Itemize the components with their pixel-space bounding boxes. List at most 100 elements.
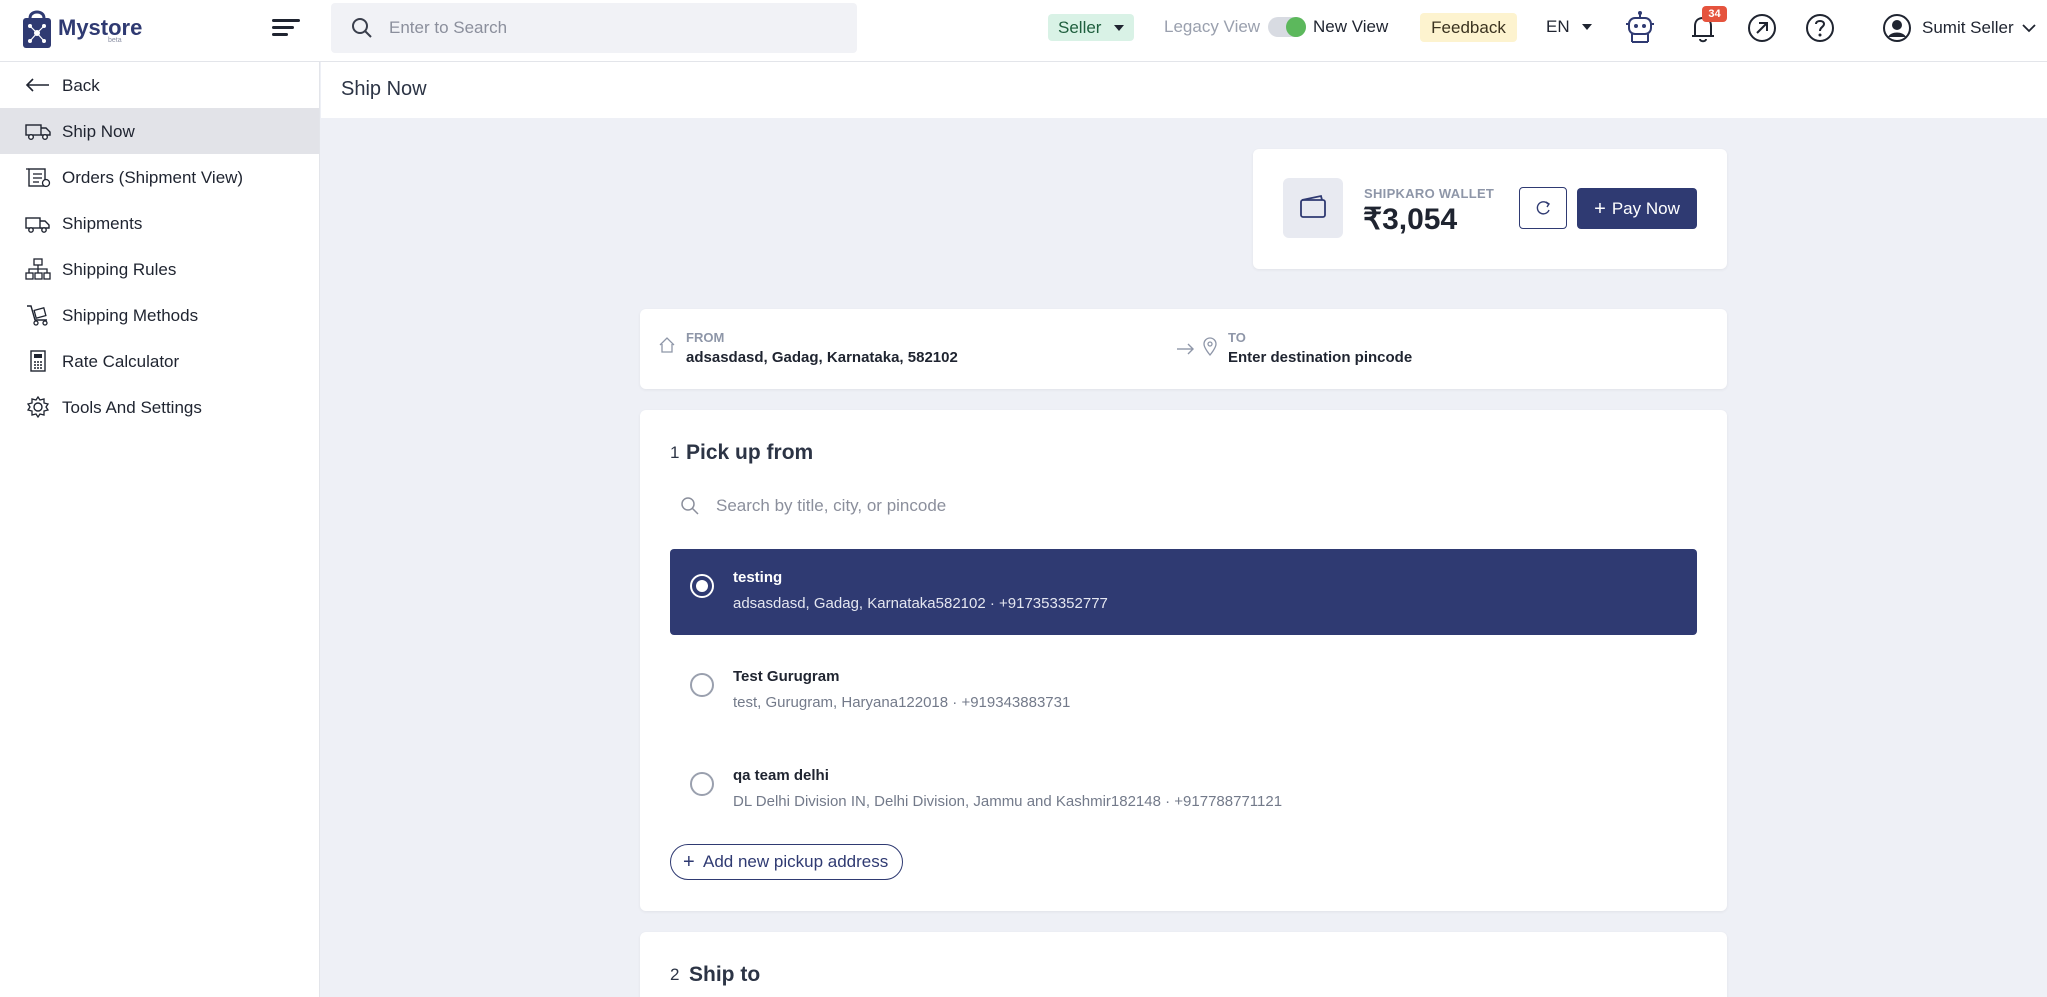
legacy-view-label: Legacy View bbox=[1164, 17, 1261, 36]
wallet-card: SHIPKARO WALLET ₹3,054 + Pay Now bbox=[1253, 149, 1727, 269]
pay-now-label: Pay Now bbox=[1611, 198, 1680, 218]
caret-down-icon bbox=[1114, 25, 1124, 31]
chevron-down-icon bbox=[2022, 24, 2036, 33]
wallet-icon-container bbox=[1283, 178, 1343, 238]
new-view-label: New View bbox=[1313, 17, 1389, 36]
to-label: TO bbox=[1228, 330, 1246, 345]
arrow-left-icon bbox=[25, 78, 49, 92]
refresh-icon bbox=[1536, 201, 1550, 215]
pickup-address-option[interactable]: qa team delhi DL Delhi Division IN, Delh… bbox=[670, 747, 1697, 833]
search-icon bbox=[352, 18, 372, 38]
calculator-icon bbox=[30, 350, 46, 372]
hamburger-icon-line bbox=[272, 33, 288, 36]
wallet-icon bbox=[1300, 194, 1326, 218]
step-number: 1 bbox=[670, 443, 680, 462]
sidebar-item-label: Shipments bbox=[62, 214, 143, 233]
sidebar-item-orders[interactable]: Orders (Shipment View) bbox=[0, 154, 319, 200]
sidebar-item-ship-now[interactable]: Ship Now bbox=[0, 108, 319, 154]
pickup-search-input[interactable] bbox=[716, 493, 1616, 519]
logo-text: Mystore bbox=[58, 15, 143, 40]
caret-down-icon bbox=[1582, 24, 1592, 30]
sidebar-item-tools-settings[interactable]: Tools And Settings bbox=[0, 384, 319, 430]
address-name: testing bbox=[733, 569, 783, 586]
menu-toggle-button[interactable] bbox=[272, 16, 300, 40]
global-search bbox=[331, 3, 857, 53]
plus-icon: + bbox=[683, 851, 695, 873]
sidebar-item-label: Rate Calculator bbox=[62, 352, 180, 371]
wallet-label: SHIPKARO WALLET bbox=[1364, 186, 1495, 201]
from-value: adsasdasd, Gadag, Karnataka, 582102 bbox=[686, 349, 958, 366]
address-detail: test, Gurugram, Haryana122018 · +9193438… bbox=[733, 694, 1071, 711]
sidebar-item-label: Ship Now bbox=[62, 122, 135, 141]
orders-icon bbox=[26, 168, 51, 188]
refresh-wallet-button[interactable] bbox=[1519, 187, 1567, 229]
sidebar-item-label: Back bbox=[62, 76, 100, 95]
pickup-address-option[interactable]: Test Gurugram test, Gurugram, Haryana122… bbox=[670, 648, 1697, 734]
hamburger-icon bbox=[272, 19, 300, 22]
page-header: Ship Now bbox=[321, 62, 2047, 118]
toggle-knob bbox=[1286, 17, 1306, 37]
global-search-input[interactable] bbox=[389, 15, 829, 41]
sidebar-item-rate-calculator[interactable]: Rate Calculator bbox=[0, 338, 319, 384]
page-title: Ship Now bbox=[341, 78, 427, 100]
radio-button[interactable] bbox=[690, 772, 714, 796]
sidebar-back[interactable]: Back bbox=[0, 62, 319, 108]
sidebar-item-shipping-methods[interactable]: Shipping Methods bbox=[0, 292, 319, 338]
hierarchy-icon bbox=[25, 258, 51, 280]
sidebar-item-shipping-rules[interactable]: Shipping Rules bbox=[0, 246, 319, 292]
view-toggle[interactable] bbox=[1268, 17, 1306, 37]
radio-button[interactable] bbox=[690, 574, 714, 598]
sidebar-item-label: Orders (Shipment View) bbox=[62, 168, 244, 187]
sidebar-item-label: Shipping Rules bbox=[62, 260, 177, 279]
top-bar: Mystore beta Seller Legacy View New View… bbox=[0, 0, 2047, 62]
radio-button[interactable] bbox=[690, 673, 714, 697]
plus-icon: + bbox=[1594, 197, 1606, 220]
gear-icon bbox=[26, 396, 50, 418]
app-logo[interactable]: Mystore bbox=[20, 4, 160, 52]
user-name: Sumit Seller bbox=[1922, 18, 2014, 37]
home-icon bbox=[659, 337, 675, 353]
add-pickup-address-button[interactable]: + Add new pickup address bbox=[670, 844, 903, 880]
add-pickup-address-label: Add new pickup address bbox=[703, 852, 889, 871]
arrow-right-icon bbox=[1177, 343, 1194, 355]
shopping-bag-logo-icon bbox=[23, 10, 51, 48]
trolley-icon bbox=[27, 305, 48, 326]
logo-subtext: beta bbox=[108, 37, 122, 44]
sidebar-item-label: Shipping Methods bbox=[62, 306, 199, 325]
notification-count-badge: 34 bbox=[1702, 6, 1727, 22]
pickup-section: 1 Pick up from testing adsasdasd, Gadag,… bbox=[640, 410, 1727, 911]
sidebar-item-label: Tools And Settings bbox=[62, 398, 202, 417]
address-detail: DL Delhi Division IN, Delhi Division, Ja… bbox=[733, 793, 1283, 810]
role-dropdown[interactable]: Seller bbox=[1048, 14, 1134, 41]
role-label: Seller bbox=[1058, 18, 1102, 37]
feedback-button[interactable]: Feedback bbox=[1420, 13, 1517, 42]
robot-assistant-icon[interactable] bbox=[1622, 10, 1658, 46]
shipment-truck-icon bbox=[25, 217, 50, 233]
pickup-address-option[interactable]: testing adsasdasd, Gadag, Karnataka58210… bbox=[670, 549, 1697, 635]
sidebar: Back Ship Now Orders (Shipment View) Shi… bbox=[0, 62, 320, 997]
user-menu[interactable]: Sumit Seller bbox=[1882, 10, 2038, 46]
section-title: Ship to bbox=[689, 963, 761, 986]
step-number: 2 bbox=[670, 965, 680, 984]
ship-to-section: 2 Ship to bbox=[640, 932, 1727, 997]
user-avatar-icon bbox=[1883, 14, 1911, 42]
pay-now-button[interactable]: + Pay Now bbox=[1577, 188, 1697, 229]
hamburger-icon-line bbox=[272, 26, 294, 29]
route-summary-card: FROM adsasdasd, Gadag, Karnataka, 582102… bbox=[640, 309, 1727, 389]
search-icon bbox=[681, 497, 699, 515]
address-name: Test Gurugram bbox=[733, 668, 840, 685]
location-pin-icon bbox=[1203, 337, 1217, 356]
help-icon[interactable] bbox=[1802, 10, 1838, 46]
address-detail: adsasdasd, Gadag, Karnataka582102 · +917… bbox=[733, 595, 1108, 612]
section-title: Pick up from bbox=[686, 441, 814, 464]
from-label: FROM bbox=[686, 330, 725, 345]
language-label: EN bbox=[1546, 17, 1570, 36]
destination-pincode-link[interactable]: Enter destination pincode bbox=[1228, 349, 1412, 366]
sidebar-item-shipments[interactable]: Shipments bbox=[0, 200, 319, 246]
address-name: qa team delhi bbox=[733, 767, 829, 784]
wallet-balance: ₹3,054 bbox=[1363, 203, 1458, 236]
external-link-icon[interactable] bbox=[1744, 10, 1780, 46]
truck-icon bbox=[25, 124, 51, 140]
pickup-search bbox=[670, 481, 1697, 531]
language-selector[interactable]: EN bbox=[1546, 17, 1592, 37]
